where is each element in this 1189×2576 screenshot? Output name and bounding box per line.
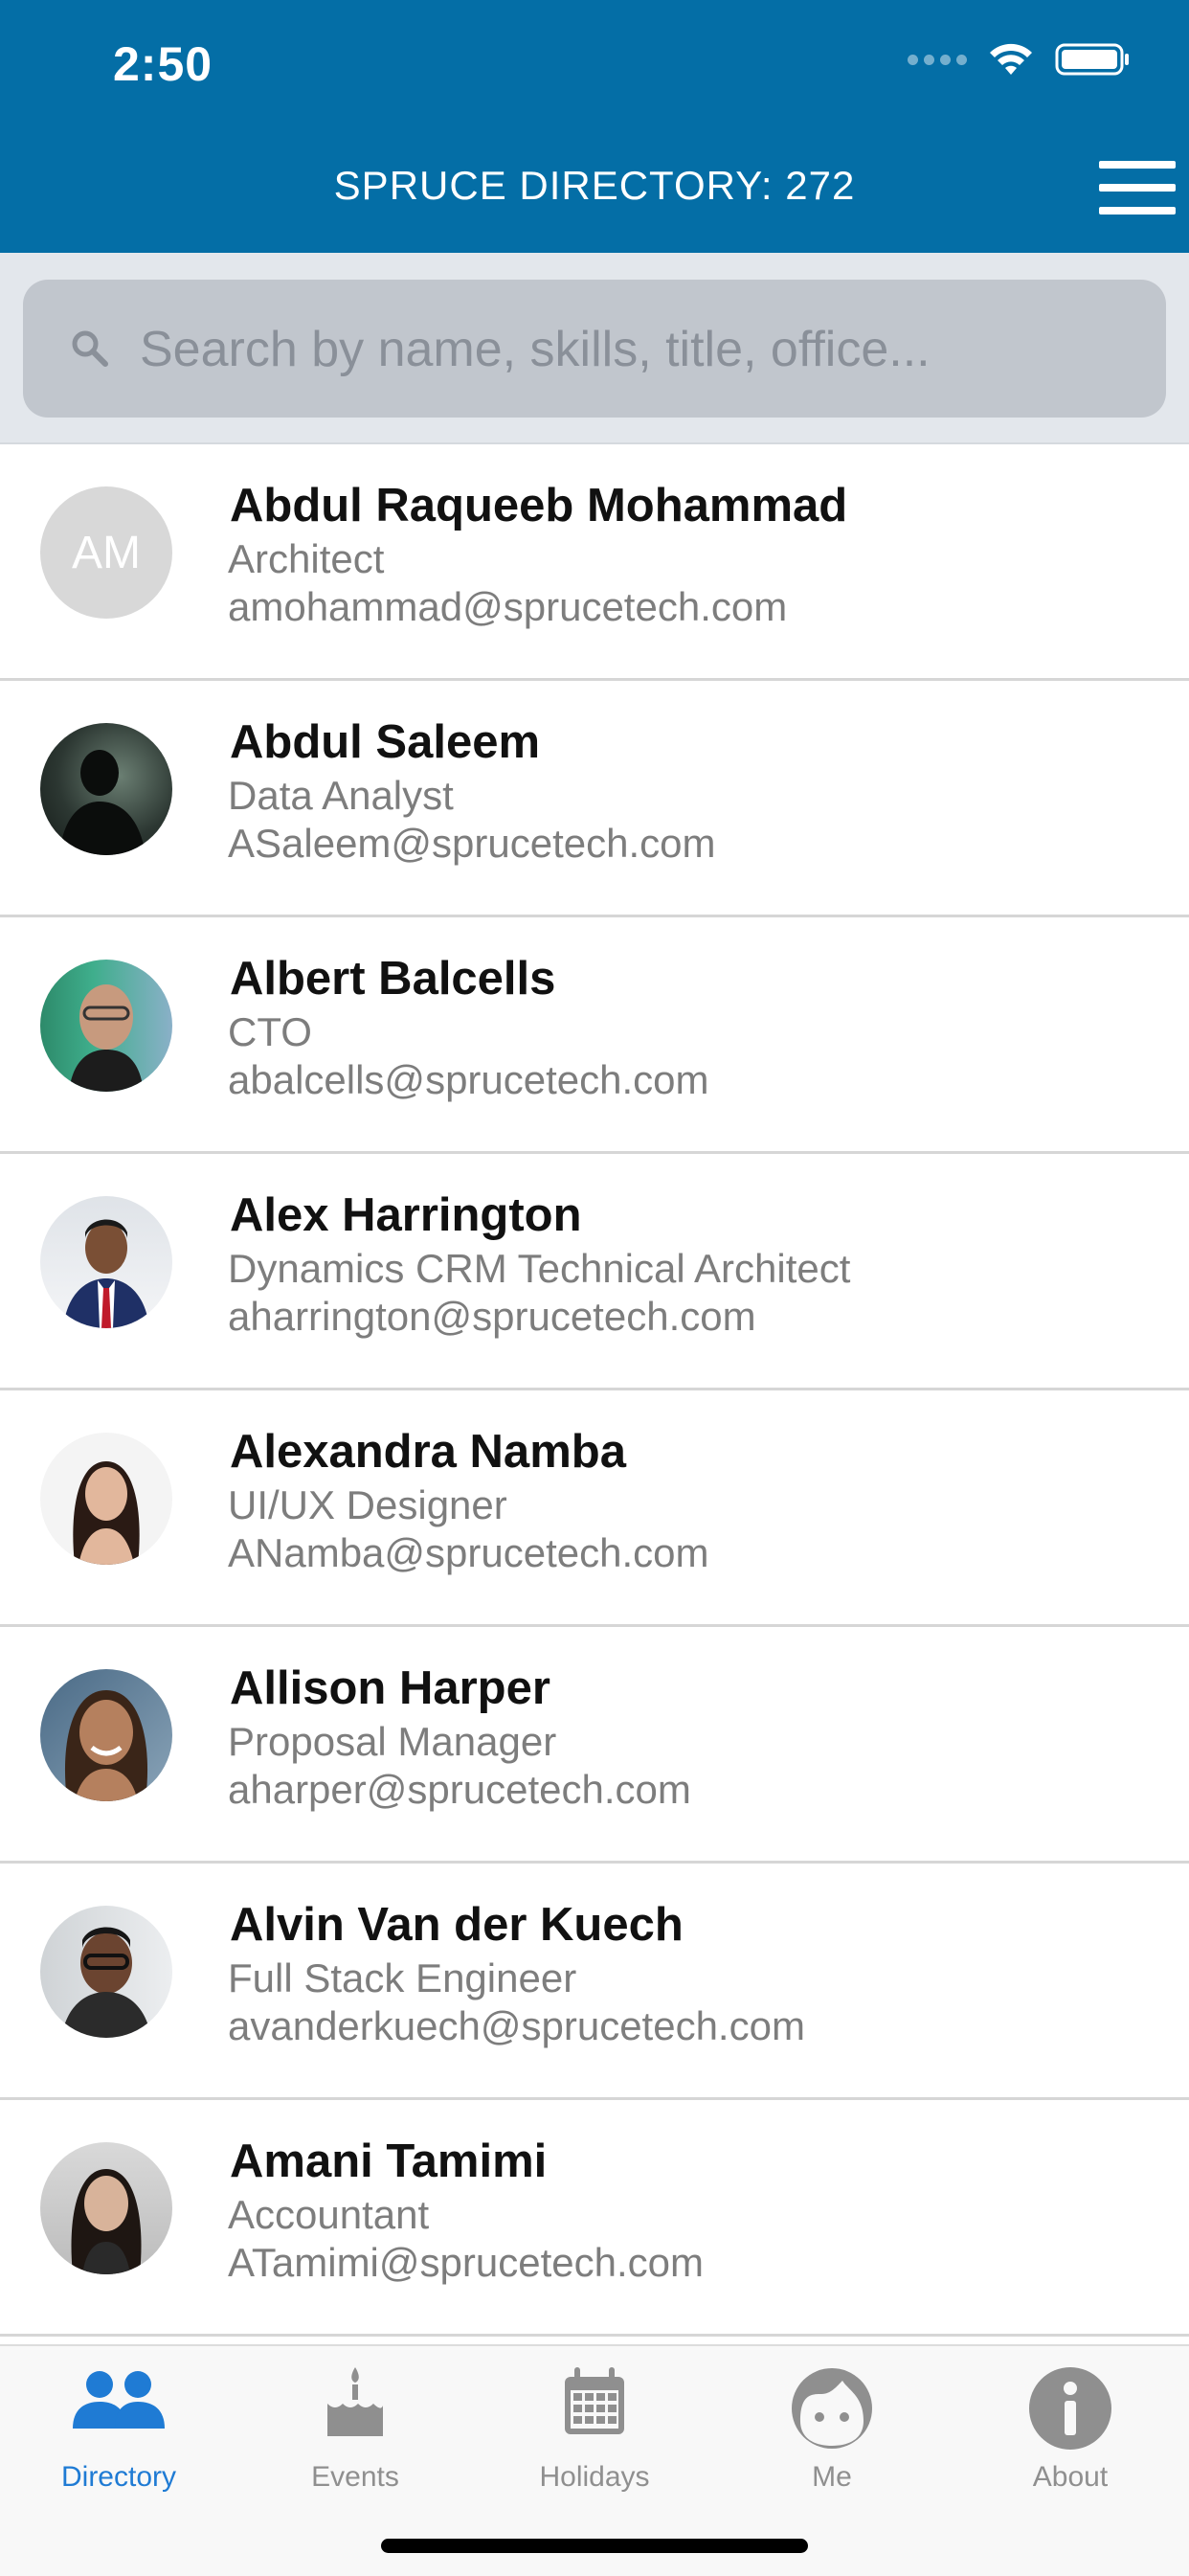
hamburger-icon [1099,161,1176,169]
directory-list: AM Abdul Raqueeb Mohammad Architect amoh… [0,444,1189,2337]
list-item[interactable]: Alvin Van der Kuech Full Stack Engineer … [0,1864,1189,2100]
menu-button[interactable] [1099,161,1176,215]
tab-label: About [1032,2461,1109,2493]
tab-directory[interactable]: Directory [23,2346,214,2499]
wifi-icon [990,43,1032,75]
app-header: 2:50 SPRUCE DIRECTORY: 272 [0,0,1189,253]
person-email: ANamba@sprucetech.com [228,1530,709,1575]
person-title: UI/UX Designer [228,1482,507,1527]
avatar: AM [40,486,172,619]
person-title: Dynamics CRM Technical Architect [228,1246,851,1291]
person-name: Allison Harper [230,1662,550,1714]
battery-icon [1055,43,1129,76]
list-item[interactable]: Abdul Saleem Data Analyst ASaleem@spruce… [0,681,1189,917]
tab-label: Directory [60,2461,176,2493]
person-name: Abdul Raqueeb Mohammad [230,480,848,531]
list-item[interactable]: Alex Harrington Dynamics CRM Technical A… [0,1154,1189,1390]
person-name: Albert Balcells [230,953,556,1005]
tab-holidays[interactable]: Holidays [499,2346,690,2499]
avatar [40,1906,172,2038]
avatar [40,1433,172,1565]
status-icons [908,42,1132,77]
list-item[interactable]: Alexandra Namba UI/UX Designer ANamba@sp… [0,1390,1189,1627]
person-title: Full Stack Engineer [228,1955,577,2000]
avatar [40,2142,172,2274]
tab-me[interactable]: Me [736,2346,928,2499]
person-name: Alex Harrington [230,1189,582,1241]
person-email: abalcells@sprucetech.com [228,1057,709,1102]
person-title: CTO [228,1009,312,1054]
search-icon [72,330,108,367]
person-name: Alvin Van der Kuech [230,1899,684,1951]
tab-label: Events [311,2461,399,2493]
face-icon [792,2368,872,2449]
tab-about[interactable]: About [975,2346,1166,2499]
tab-label: Holidays [539,2461,650,2493]
person-title: Architect [228,536,385,581]
avatar [40,723,172,855]
home-indicator[interactable] [381,2539,808,2553]
person-title: Proposal Manager [228,1719,557,1764]
person-email: ASaleem@sprucetech.com [228,821,716,866]
search-field[interactable] [23,280,1166,419]
status-time: 2:50 [113,37,213,91]
list-item[interactable]: Amani Tamimi Accountant ATamimi@sprucete… [0,2100,1189,2337]
search-bar [0,253,1189,444]
search-input[interactable] [138,280,1137,419]
page-title: SPRUCE DIRECTORY: 272 [333,163,856,208]
person-email: avanderkuech@sprucetech.com [228,2003,805,2048]
person-name: Abdul Saleem [230,716,541,768]
avatar [40,1669,172,1801]
person-title: Data Analyst [228,773,454,818]
cake-icon [327,2367,383,2436]
list-item[interactable]: Albert Balcells CTO abalcells@sprucetech… [0,917,1189,1154]
list-item[interactable]: AM Abdul Raqueeb Mohammad Architect amoh… [0,444,1189,681]
person-email: aharrington@sprucetech.com [228,1294,756,1339]
people-icon [73,2371,165,2429]
info-icon [1029,2367,1111,2450]
person-email: ATamimi@sprucetech.com [228,2240,704,2285]
person-email: amohammad@sprucetech.com [228,584,788,629]
calendar-icon [565,2367,624,2434]
person-title: Accountant [228,2192,430,2237]
signal-icon [908,54,967,65]
avatar [40,960,172,1092]
avatar [40,1196,172,1328]
person-email: aharper@sprucetech.com [228,1767,691,1812]
person-name: Amani Tamimi [230,2135,548,2187]
list-item[interactable]: Allison Harper Proposal Manager aharper@… [0,1627,1189,1864]
person-name: Alexandra Namba [230,1426,626,1478]
tab-events[interactable]: Events [259,2346,451,2499]
tab-label: Me [812,2461,852,2493]
